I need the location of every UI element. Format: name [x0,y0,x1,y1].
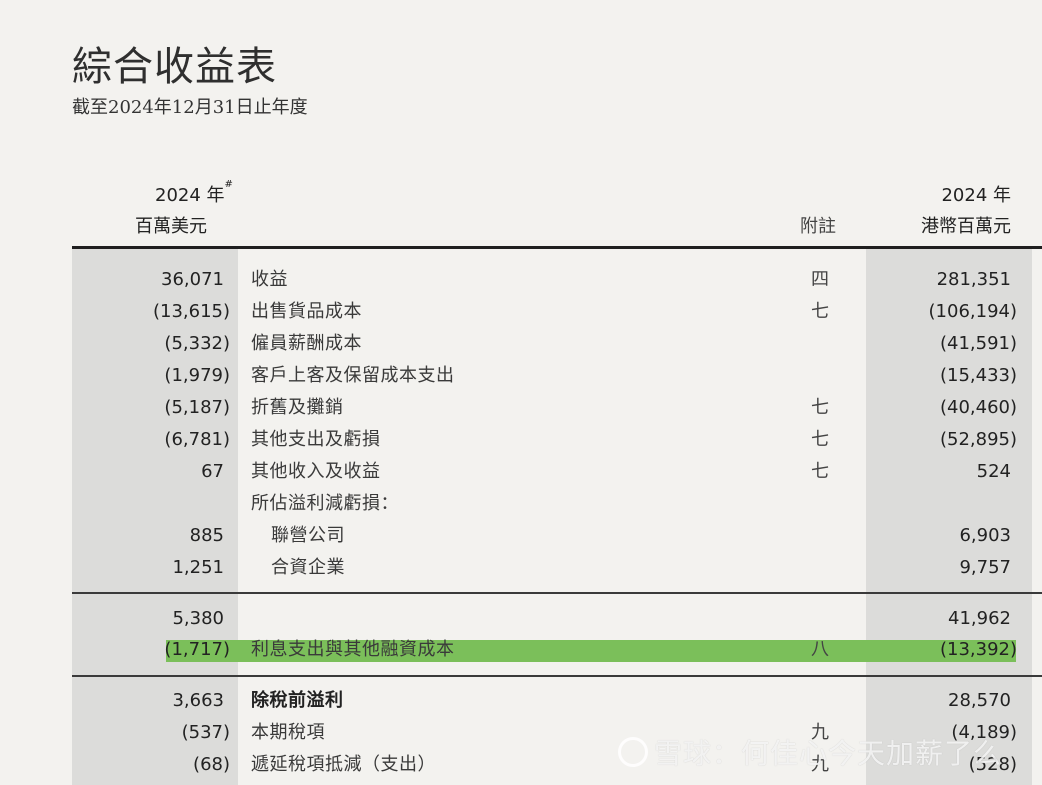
table-row: (13,615) 出售貨品成本 七 (106,194) [0,298,1042,326]
line-item-label: 除稅前溢利 [251,690,344,711]
line-item-label: 客戶上客及保留成本支出 [251,365,455,386]
subtotal-rule [72,592,1042,594]
note-cell: 四 [811,269,829,290]
table-row: 885 聯營公司 6,903 [0,522,1042,550]
note-cell: 七 [811,461,829,482]
table-row: 5,380 41,962 [0,605,1042,633]
table-row: 1,251 合資企業 9,757 [0,554,1042,582]
line-item-label: 利息支出與其他融資成本 [251,639,455,660]
usd-value-cell: (537) [181,722,230,743]
table-row: (1,717) 利息支出與其他融資成本 八 (13,392) [0,636,1042,664]
line-item-label: 本期稅項 [251,722,325,743]
snowball-logo-icon [618,737,648,767]
table-row: (1,979) 客戶上客及保留成本支出 (15,433) [0,362,1042,390]
usd-value-cell: (5,187) [164,397,230,418]
hkd-unit-header: 港幣百萬元 [921,216,1011,237]
usd-value-cell: 885 [189,525,224,546]
note-header: 附註 [800,216,836,237]
hkd-value-cell: (52,895) [939,429,1017,450]
table-row: (5,332) 僱員薪酬成本 (41,591) [0,330,1042,358]
hkd-value-cell: 6,903 [959,525,1011,546]
usd-value-cell: (1,717) [164,639,230,660]
hkd-value-cell: 524 [976,461,1011,482]
line-item-label: 折舊及攤銷 [251,397,344,418]
watermark: 雪球：何佳心今天加薪了么 [618,732,1002,772]
usd-value-cell: (68) [193,754,230,775]
hkd-value-cell: (40,460) [939,397,1017,418]
page-subtitle: 截至2024年12月31日止年度 [72,97,308,118]
note-cell: 七 [811,397,829,418]
hkd-value-cell: (15,433) [939,365,1017,386]
note-cell: 七 [811,301,829,322]
note-cell: 八 [811,639,829,660]
line-item-label: 其他收入及收益 [251,461,381,482]
usd-value-cell: 67 [201,461,224,482]
line-item-label: 收益 [251,269,288,290]
line-item-label: 僱員薪酬成本 [251,333,362,354]
usd-value-cell: (5,332) [164,333,230,354]
table-row: 所佔溢利減虧損： [0,490,1042,518]
hkd-value-cell: 41,962 [948,608,1011,629]
usd-value-cell: (13,615) [152,301,230,322]
hkd-value-cell: (106,194) [928,301,1017,322]
usd-value-cell: (1,979) [164,365,230,386]
hkd-value-cell: (41,591) [939,333,1017,354]
hkd-year-header: 2024 年 [941,185,1011,206]
hkd-value-cell: 9,757 [959,557,1011,578]
usd-value-cell: 36,071 [161,269,224,290]
line-item-label: 所佔溢利減虧損： [251,493,399,514]
page-title: 綜合收益表 [72,44,277,90]
note-cell: 七 [811,429,829,450]
hkd-value-cell: 28,570 [948,690,1011,711]
usd-value-cell: 1,251 [172,557,224,578]
line-item-label: 其他支出及虧損 [251,429,381,450]
usd-value-cell: 3,663 [172,690,224,711]
table-row: 67 其他收入及收益 七 524 [0,458,1042,486]
usd-unit-header: 百萬美元 [135,216,207,237]
hkd-value-cell: (13,392) [939,639,1017,660]
usd-value-cell: (6,781) [164,429,230,450]
table-row: (6,781) 其他支出及虧損 七 (52,895) [0,426,1042,454]
footnote-mark: # [224,179,233,190]
line-item-label: 出售貨品成本 [251,301,362,322]
usd-year-header: 2024 年# [155,179,233,206]
subtotal-rule [72,675,1042,677]
line-item-label: 遞延稅項抵減（支出） [251,754,436,775]
table-row: 3,663 除稅前溢利 28,570 [0,687,1042,715]
table-row: 36,071 收益 四 281,351 [0,266,1042,294]
line-item-label: 合資企業 [271,557,345,578]
hkd-value-cell: 281,351 [936,269,1011,290]
table-row: (5,187) 折舊及攤銷 七 (40,460) [0,394,1042,422]
usd-value-cell: 5,380 [172,608,224,629]
line-item-label: 聯營公司 [271,525,345,546]
